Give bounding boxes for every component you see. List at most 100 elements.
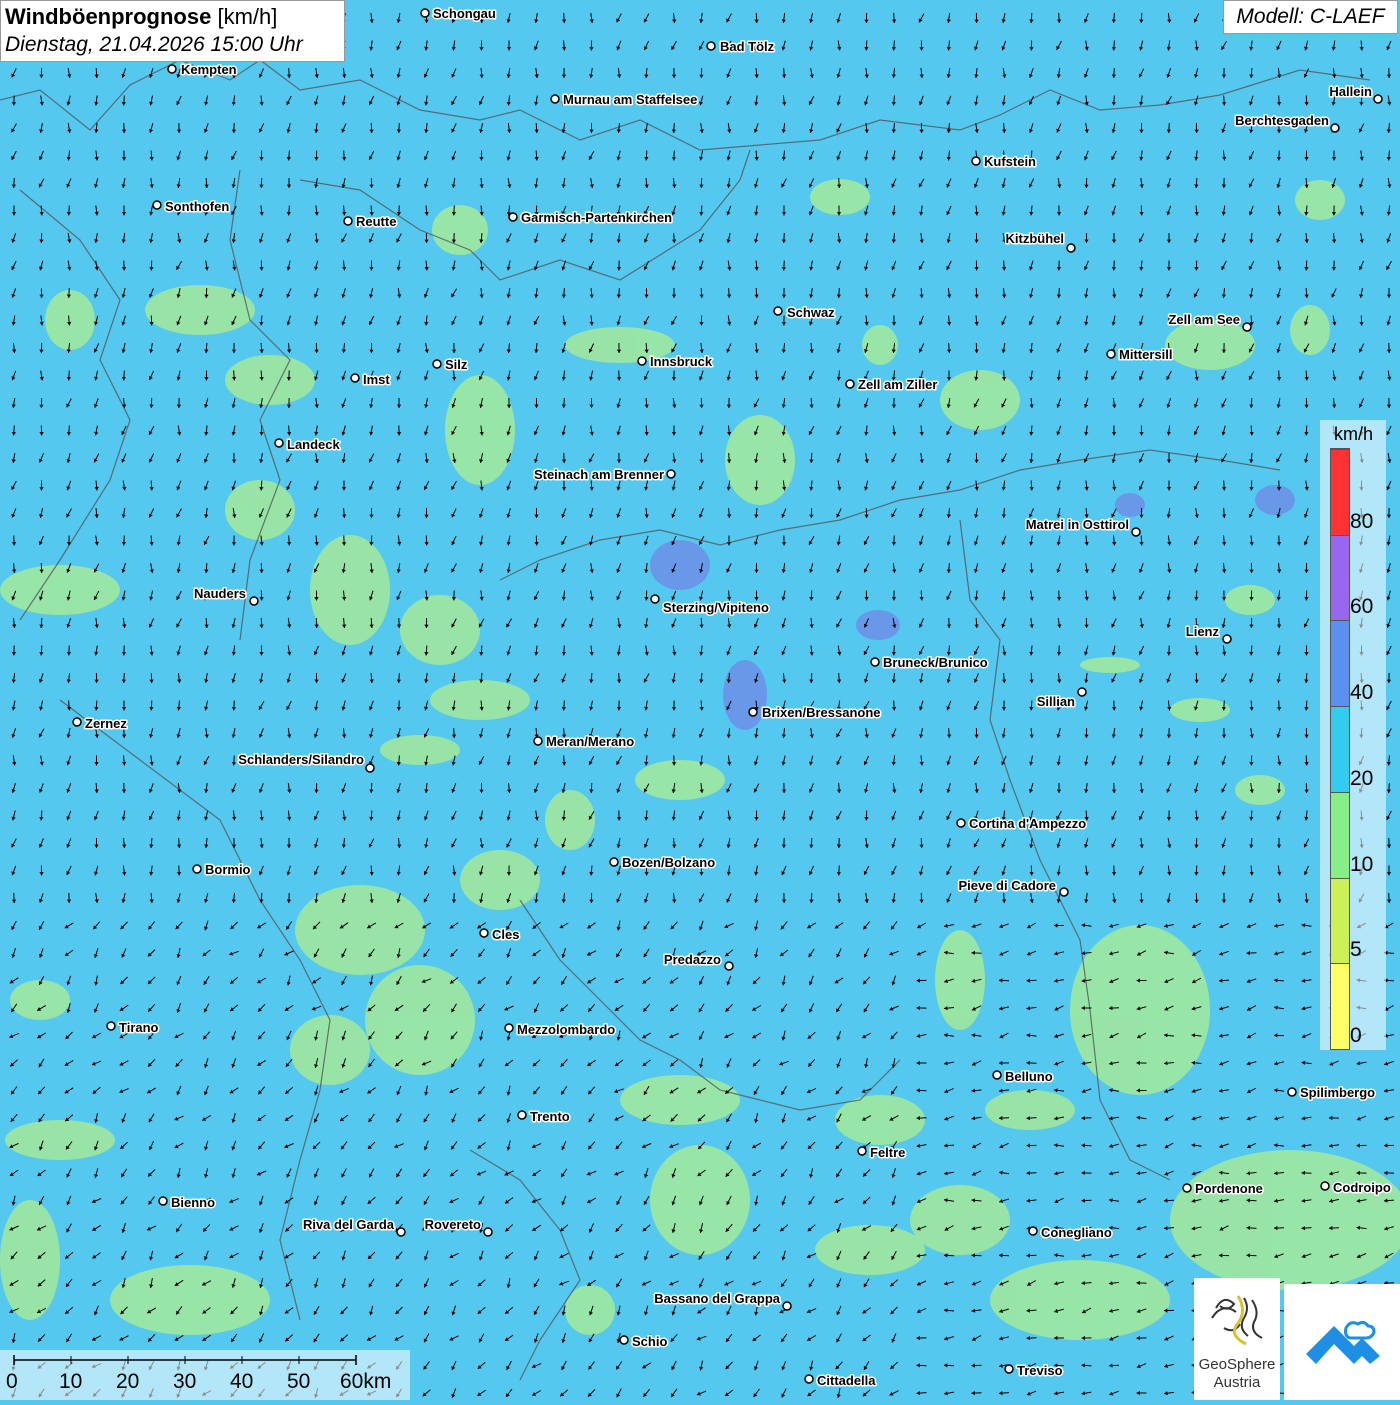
city-marker: Zell am Ziller <box>846 377 937 392</box>
city-label: Bozen/Bolzano <box>622 855 715 870</box>
geosphere-name: GeoSphere <box>1194 1356 1280 1373</box>
city-dot <box>993 1071 1001 1079</box>
city-dot <box>749 708 757 716</box>
city-dot <box>344 217 352 225</box>
city-label: Zell am Ziller <box>858 377 937 392</box>
forecast-title: Windböenprognose [km/h] <box>5 3 340 31</box>
city-dot <box>480 929 488 937</box>
legend-label: 40 <box>1350 681 1373 705</box>
city-dot <box>1331 124 1339 132</box>
city-dot <box>1060 888 1068 896</box>
scale-label: 30 <box>173 1370 196 1394</box>
title-box: Windböenprognose [km/h] Dienstag, 21.04.… <box>0 0 345 62</box>
city-dot <box>159 1197 167 1205</box>
geosphere-country: Austria <box>1194 1374 1280 1391</box>
city-label: Schongau <box>433 6 496 21</box>
city-dot <box>774 307 782 315</box>
city-dot <box>846 380 854 388</box>
city-dot <box>1183 1184 1191 1192</box>
city-dot <box>534 737 542 745</box>
city-label: Feltre <box>870 1145 905 1160</box>
city-label: Sonthofen <box>165 199 229 214</box>
city-label: Nauders <box>194 586 246 601</box>
city-label: Trento <box>530 1109 570 1124</box>
city-marker: Sonthofen <box>153 199 229 214</box>
city-label: Pordenone <box>1195 1181 1263 1196</box>
city-label: Schio <box>632 1334 667 1349</box>
scale-label: 0 <box>6 1370 18 1394</box>
city-marker: Spilimbergo <box>1288 1085 1375 1100</box>
city-dot <box>551 95 559 103</box>
city-dot <box>1107 350 1115 358</box>
city-label: Silz <box>445 357 468 372</box>
city-label: Codroipo <box>1333 1180 1391 1195</box>
city-dot <box>1132 528 1140 536</box>
city-marker: Brixen/Bressanone <box>749 705 881 720</box>
city-label: Rovereto <box>425 1217 481 1232</box>
city-label: Matrei in Osttirol <box>1026 517 1129 532</box>
city-marker: Murnau am Staffelsee <box>551 92 697 107</box>
city-dot <box>972 157 980 165</box>
scale-label: 20 <box>116 1370 139 1394</box>
city-label: Pieve di Cadore <box>958 878 1056 893</box>
city-label: Kempten <box>181 62 237 77</box>
city-label: Riva del Garda <box>303 1217 395 1232</box>
city-label: Mittersill <box>1119 347 1172 362</box>
city-label: Garmisch-Partenkirchen <box>521 210 672 225</box>
city-dot <box>707 42 715 50</box>
city-dot <box>484 1228 492 1236</box>
city-dot <box>433 360 441 368</box>
legend-label: 20 <box>1350 767 1373 791</box>
city-dot <box>1321 1182 1329 1190</box>
scale-label: 60km <box>340 1370 391 1394</box>
city-label: Belluno <box>1005 1069 1053 1084</box>
legend-swatch <box>1331 792 1349 878</box>
city-dot <box>1005 1365 1013 1373</box>
logos: GeoSphere Austria <box>1194 1278 1400 1400</box>
city-dot <box>1243 323 1251 331</box>
city-label: Bassano del Grappa <box>654 1291 780 1306</box>
city-dot <box>1029 1227 1037 1235</box>
legend-swatch <box>1331 620 1349 706</box>
wind-map[interactable]: Schongau Bad Tölz Kempten Murnau am Staffel… <box>0 0 1400 1400</box>
city-marker: Mezzolombardo <box>505 1022 615 1037</box>
city-marker: Bruneck/Brunico <box>871 655 988 670</box>
city-marker: Schongau <box>421 6 496 21</box>
city-marker: Meran/Merano <box>534 734 634 749</box>
scale-label: 10 <box>59 1370 82 1394</box>
city-marker: Conegliano <box>1029 1225 1112 1240</box>
model-label: Modell: C-LAEF <box>1223 0 1398 34</box>
city-label: Reutte <box>356 214 396 229</box>
city-dot <box>725 962 733 970</box>
city-dot <box>505 1024 513 1032</box>
city-dot <box>351 374 359 382</box>
city-label: Cles <box>492 927 519 942</box>
city-marker: Steinach am Brenner <box>534 467 675 482</box>
city-label: Schwaz <box>787 305 835 320</box>
city-dot <box>871 658 879 666</box>
city-label: Bienno <box>171 1195 215 1210</box>
city-label: Lienz <box>1186 624 1220 639</box>
city-label: Zernez <box>85 716 127 731</box>
scale-label: 50 <box>287 1370 310 1394</box>
city-marker: Innsbruck <box>638 354 713 369</box>
city-dot <box>805 1375 813 1383</box>
city-dot <box>1067 244 1075 252</box>
legend-label: 0 <box>1350 1024 1362 1048</box>
city-dot <box>610 858 618 866</box>
city-label: Landeck <box>287 437 341 452</box>
city-label: Treviso <box>1017 1363 1063 1378</box>
city-dot <box>783 1302 791 1310</box>
city-label: Bruneck/Brunico <box>883 655 988 670</box>
city-label: Bormio <box>205 862 251 877</box>
forecast-title-unit: [km/h] <box>217 4 277 29</box>
scale-label: 40 <box>230 1370 253 1394</box>
city-dot <box>638 357 646 365</box>
city-dot <box>366 764 374 772</box>
city-label: Kufstein <box>984 154 1036 169</box>
city-label: Cortina d'Ampezzo <box>969 816 1086 831</box>
city-label: Bad Tölz <box>720 39 775 54</box>
city-label: Kitzbühel <box>1006 231 1065 246</box>
city-dot <box>651 595 659 603</box>
city-label: Tirano <box>119 1020 159 1035</box>
